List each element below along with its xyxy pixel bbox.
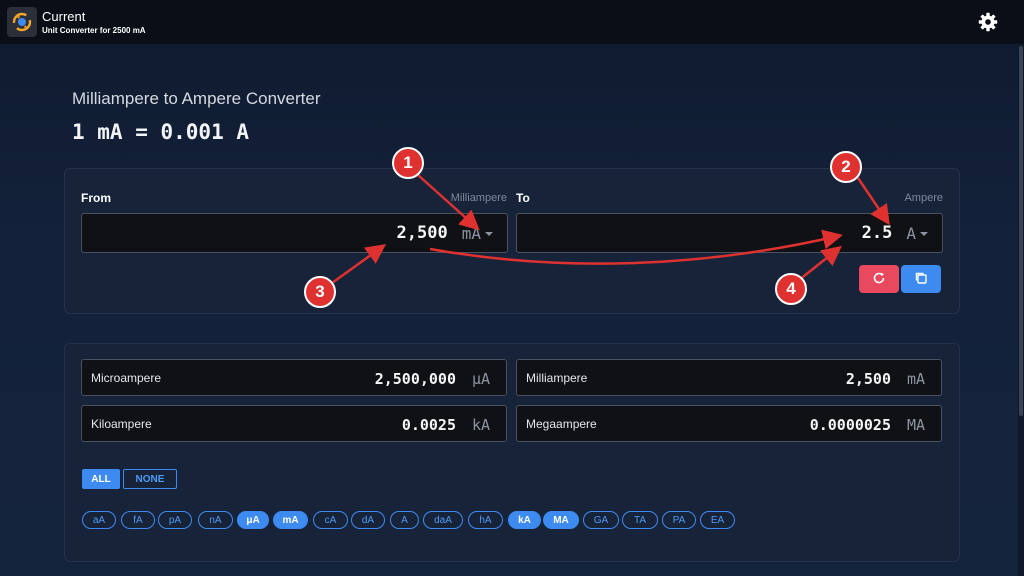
app-subtitle: Unit Converter for 2500 mA bbox=[42, 26, 146, 35]
unit-chip-MA[interactable]: MA bbox=[543, 511, 579, 529]
unit-chip-mA[interactable]: mA bbox=[273, 511, 308, 529]
result-unit: kA bbox=[471, 416, 490, 434]
to-label: To bbox=[516, 191, 530, 205]
to-unit-select[interactable]: A bbox=[906, 224, 928, 243]
from-unit-select[interactable]: mA bbox=[462, 224, 493, 243]
result-row[interactable]: Kiloampere 0.0025 kA bbox=[81, 405, 507, 442]
to-output[interactable]: 2.5 A bbox=[516, 213, 943, 253]
unit-chip-hA[interactable]: hA bbox=[468, 511, 503, 529]
from-value[interactable]: 2,500 bbox=[397, 223, 448, 243]
to-unit-name: Ampere bbox=[904, 192, 943, 204]
copy-button[interactable] bbox=[901, 265, 941, 293]
gear-icon[interactable] bbox=[978, 12, 998, 32]
result-unit: μA bbox=[471, 370, 490, 388]
result-value[interactable]: 0.0025 bbox=[402, 416, 456, 434]
result-value[interactable]: 2,500,000 bbox=[375, 370, 456, 388]
result-value[interactable]: 0.0000025 bbox=[810, 416, 891, 434]
result-unit-name: Microampere bbox=[91, 371, 162, 385]
chevron-down-icon bbox=[920, 232, 928, 236]
unit-chip-A[interactable]: A bbox=[390, 511, 419, 529]
annotation-badge-3: 3 bbox=[304, 276, 336, 308]
copy-icon bbox=[914, 271, 928, 288]
scrollbar-thumb[interactable] bbox=[1019, 46, 1023, 416]
unit-chip-cA[interactable]: cA bbox=[313, 511, 348, 529]
unit-chip-pA[interactable]: pA bbox=[158, 511, 192, 529]
annotation-badge-2: 2 bbox=[830, 151, 862, 183]
annotation-badge-1: 1 bbox=[392, 147, 424, 179]
unit-chip-dA[interactable]: dA bbox=[351, 511, 385, 529]
unit-chip-GA[interactable]: GA bbox=[583, 511, 619, 529]
unit-chip-aA[interactable]: aA bbox=[82, 511, 116, 529]
result-row[interactable]: Microampere 2,500,000 μA bbox=[81, 359, 507, 396]
top-app-bar: Current Unit Converter for 2500 mA bbox=[0, 0, 1024, 44]
unit-chip-daA[interactable]: daA bbox=[423, 511, 463, 529]
app-title: Current bbox=[42, 9, 86, 24]
result-unit-name: Milliampere bbox=[526, 371, 588, 385]
unit-chip-kA[interactable]: kA bbox=[508, 511, 541, 529]
unit-chip-uA[interactable]: μA bbox=[237, 511, 269, 529]
result-row[interactable]: Milliampere 2,500 mA bbox=[516, 359, 942, 396]
unit-chip-EA[interactable]: EA bbox=[700, 511, 735, 529]
result-value[interactable]: 2,500 bbox=[846, 370, 891, 388]
to-unit-label: A bbox=[906, 223, 916, 243]
chevron-down-icon bbox=[485, 232, 493, 236]
page-scrollbar[interactable] bbox=[1018, 44, 1024, 576]
page-title: Milliampere to Ampere Converter bbox=[72, 89, 321, 108]
from-input[interactable]: 2,500 mA bbox=[81, 213, 508, 253]
unit-chip-TA[interactable]: TA bbox=[622, 511, 658, 529]
unit-chip-nA[interactable]: nA bbox=[198, 511, 233, 529]
select-all-button[interactable]: ALL bbox=[82, 469, 120, 489]
refresh-icon bbox=[872, 271, 886, 288]
select-none-button[interactable]: NONE bbox=[123, 469, 177, 489]
annotation-badge-4: 4 bbox=[775, 273, 807, 305]
result-unit: MA bbox=[906, 416, 925, 434]
from-unit-label: mA bbox=[461, 223, 481, 243]
result-row[interactable]: Megaampere 0.0000025 MA bbox=[516, 405, 942, 442]
unit-chip-PA[interactable]: PA bbox=[662, 511, 696, 529]
conversion-formula: 1 mA = 0.001 A bbox=[72, 120, 250, 144]
reset-button[interactable] bbox=[859, 265, 899, 293]
unit-chip-fA[interactable]: fA bbox=[121, 511, 155, 529]
result-unit-name: Megaampere bbox=[526, 417, 597, 431]
from-label: From bbox=[81, 191, 111, 205]
result-unit: mA bbox=[906, 370, 925, 388]
to-value[interactable]: 2.5 bbox=[862, 223, 893, 243]
from-unit-name: Milliampere bbox=[450, 192, 507, 204]
current-converter-icon bbox=[7, 7, 37, 37]
result-unit-name: Kiloampere bbox=[91, 417, 152, 431]
